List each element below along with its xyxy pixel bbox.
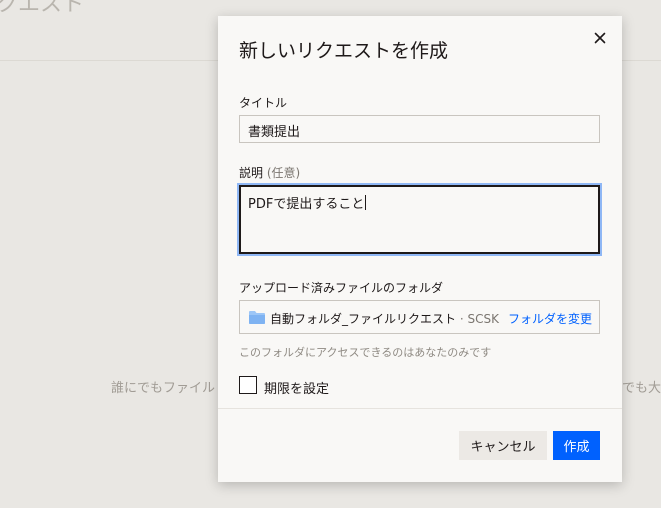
create-request-dialog: 新しいリクエストを作成 タイトル 書類提出 説明 (任意) PDFで提出すること… [218,16,622,482]
folder-name: 自動フォルダ_ファイルリクエスト · SCSK [270,310,499,327]
description-label: 説明 (任意) [239,164,300,181]
deadline-checkbox[interactable] [239,376,257,394]
folder-label: アップロード済みファイルのフォルダ [239,281,444,295]
close-button[interactable] [590,28,610,48]
title-label: タイトル [239,96,288,110]
folder-owner: · SCSK [456,312,499,326]
folder-icon [249,311,265,324]
destination-folder: 自動フォルダ_ファイルリクエスト · SCSK フォルダを変更 [239,300,600,334]
deadline-label[interactable]: 期限を設定 [264,378,329,397]
title-input[interactable]: 書類提出 [239,115,600,143]
background-text: 誰にでもファイル [111,381,216,396]
cancel-button[interactable]: キャンセル [459,431,547,460]
dialog-title: 新しいリクエストを作成 [239,40,449,62]
optional-hint: (任意) [266,166,301,180]
description-label-text: 説明 [239,166,264,180]
text-caret [365,195,367,210]
description-textarea[interactable]: PDFで提出すること [237,183,602,256]
change-folder-link[interactable]: フォルダを変更 [508,310,592,327]
description-value: PDFで提出すること [248,197,365,212]
create-button[interactable]: 作成 [553,431,600,460]
background-text: でも大丈 [622,381,661,396]
close-icon [594,32,606,44]
folder-access-hint: このフォルダにアクセスできるのはあなたのみです [239,346,492,359]
folder-name-text: 自動フォルダ_ファイルリクエスト [270,312,457,326]
background-page-title: クエスト [0,0,85,17]
footer-divider [218,408,622,409]
